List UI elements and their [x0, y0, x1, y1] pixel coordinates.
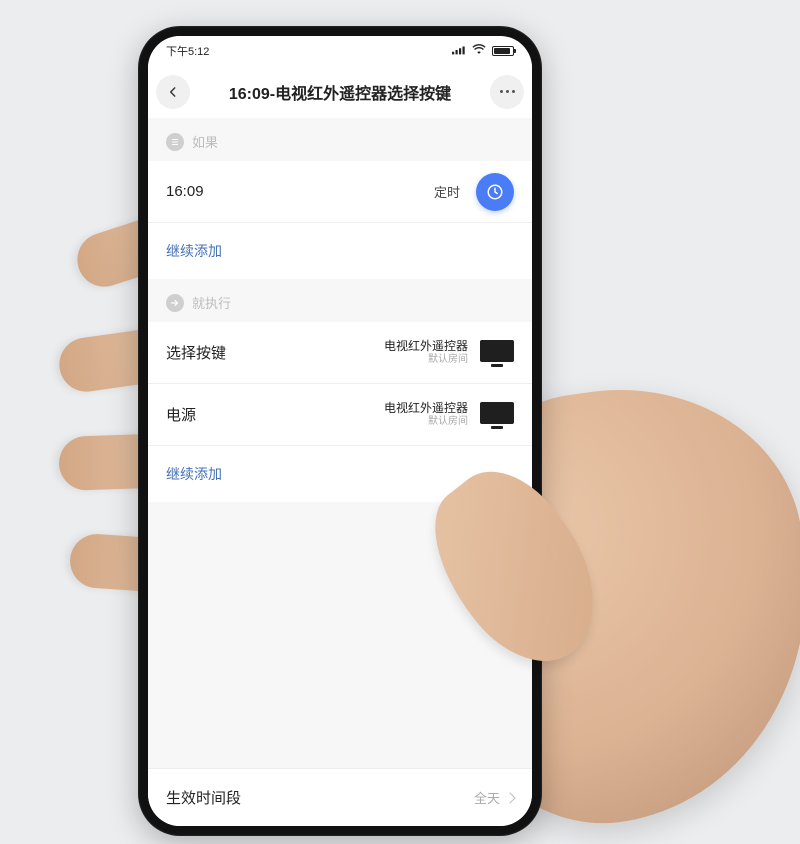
condition-time-row[interactable]: 16:09 定时 — [148, 161, 532, 223]
app-header: 16:09-电视红外遥控器选择按键 — [148, 66, 532, 118]
battery-icon — [492, 46, 514, 56]
action-title: 电源 — [166, 404, 384, 425]
section-then-label: 就执行 — [192, 293, 231, 312]
status-bar: 下午5:12 — [148, 36, 532, 66]
section-then: 就执行 — [148, 279, 532, 322]
list-icon — [166, 133, 184, 151]
action-title: 选择按键 — [166, 342, 384, 363]
signal-icon — [452, 45, 466, 58]
phone-screen: 下午5:12 16:09-电视红外遥控器选择按键 — [148, 36, 532, 826]
condition-time-tag: 定时 — [434, 182, 460, 201]
back-button[interactable] — [156, 75, 190, 109]
if-continue-add[interactable]: 继续添加 — [148, 223, 532, 279]
phone-frame: 下午5:12 16:09-电视红外遥控器选择按键 — [138, 26, 542, 836]
action-device: 电视红外遥控器 — [384, 401, 468, 416]
page-title: 16:09-电视红外遥控器选择按键 — [190, 80, 490, 104]
action-room: 默认房间 — [384, 416, 468, 429]
tv-icon — [480, 402, 514, 424]
more-button[interactable] — [490, 75, 524, 109]
condition-time-value: 16:09 — [166, 183, 434, 200]
action-row[interactable]: 电源 电视红外遥控器 默认房间 — [148, 384, 532, 446]
tv-icon — [480, 340, 514, 362]
action-row[interactable]: 选择按键 电视红外遥控器 默认房间 — [148, 322, 532, 384]
section-if-label: 如果 — [192, 132, 218, 151]
effective-period-value: 全天 — [474, 788, 500, 807]
effective-period-label: 生效时间段 — [166, 787, 474, 808]
action-device: 电视红外遥控器 — [384, 339, 468, 354]
arrow-icon — [166, 294, 184, 312]
status-time: 下午5:12 — [166, 43, 452, 59]
effective-period-row[interactable]: 生效时间段 全天 — [148, 768, 532, 826]
wifi-icon — [472, 44, 486, 58]
section-if: 如果 — [148, 118, 532, 161]
content: 如果 16:09 定时 继续添加 就执行 — [148, 118, 532, 826]
more-icon — [500, 90, 515, 93]
clock-icon — [476, 173, 514, 211]
chevron-right-icon — [504, 792, 515, 803]
action-room: 默认房间 — [384, 354, 468, 367]
